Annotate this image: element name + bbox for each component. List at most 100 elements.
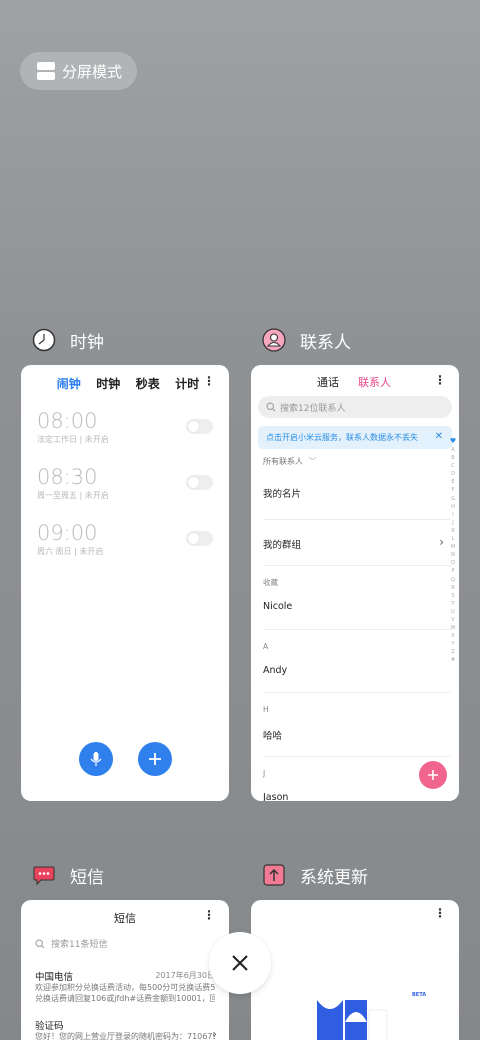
microphone-icon: [90, 752, 102, 766]
contacts-search-input[interactable]: 搜索12位联系人: [258, 396, 452, 418]
update-app-header[interactable]: 系统更新: [262, 862, 368, 888]
messages-app-header[interactable]: 短信: [32, 862, 104, 888]
tab-contacts[interactable]: 联系人: [358, 374, 391, 390]
section-header: 收藏: [263, 578, 278, 587]
alarm-repeat: 法定工作日 | 未开启: [37, 435, 109, 444]
alphabet-index-letter[interactable]: X: [451, 632, 454, 640]
tab-timer[interactable]: 计时: [175, 375, 199, 392]
alphabet-index-letter[interactable]: T: [451, 600, 454, 608]
alphabet-index-letter[interactable]: J: [452, 519, 453, 527]
contacts-card[interactable]: 通话 联系人 ⋮ 搜索12位联系人 点击开启小米云服务，联系人数据永不丢失 ✕ …: [251, 365, 459, 801]
alphabet-index-letter[interactable]: K: [451, 527, 454, 535]
alphabet-index-letter[interactable]: V: [451, 616, 454, 624]
my-groups-row[interactable]: 我的群组: [263, 537, 301, 551]
messages-search-input[interactable]: 搜索11条短信: [35, 937, 107, 950]
alarm-toggle[interactable]: [186, 475, 213, 490]
plus-icon: [149, 753, 161, 765]
section-header: A: [263, 642, 269, 651]
contacts-filter[interactable]: 所有联系人 ﹀: [263, 456, 317, 467]
alphabet-index-letter[interactable]: Z: [451, 648, 454, 656]
update-card[interactable]: ⋮ BETA: [251, 900, 459, 1040]
more-options-icon[interactable]: ⋮: [434, 906, 446, 920]
clock-tabs: 闹钟 时钟 秒表 计时: [21, 367, 229, 399]
alphabet-index-letter[interactable]: U: [451, 608, 455, 616]
add-alarm-button[interactable]: [138, 742, 172, 776]
more-options-icon[interactable]: ⋮: [203, 908, 215, 922]
alphabet-index-letter[interactable]: N: [451, 551, 455, 559]
alarm-item[interactable]: 08:30 周一至周五 | 未开启: [37, 465, 213, 511]
voice-alarm-button[interactable]: [79, 742, 113, 776]
search-placeholder: 搜索12位联系人: [280, 403, 346, 414]
alphabet-index-letter[interactable]: R: [451, 584, 454, 592]
clock-app-icon: [32, 328, 56, 352]
alphabet-index-letter[interactable]: B: [451, 454, 454, 462]
alphabet-index-letter[interactable]: I: [452, 511, 453, 519]
add-contact-button[interactable]: [419, 761, 447, 789]
alarm-repeat: 周六 周日 | 未开启: [37, 547, 104, 556]
alarm-toggle[interactable]: [186, 419, 213, 434]
plus-icon: [428, 770, 438, 780]
clock-card[interactable]: 闹钟 时钟 秒表 计时 ⋮ 08:00 法定工作日 | 未开启 08:30 周一…: [21, 365, 229, 801]
split-screen-button[interactable]: 分屏模式: [20, 52, 137, 90]
tab-stopwatch[interactable]: 秒表: [136, 375, 160, 392]
tab-alarm[interactable]: 闹钟: [57, 375, 81, 392]
clock-app-header[interactable]: 时钟: [32, 327, 104, 353]
message-preview: 兑换话费请回复106或jfdh#话费金额到10001，回复...: [35, 994, 215, 1003]
alphabet-index-letter[interactable]: S: [451, 592, 454, 600]
alphabet-index-letter[interactable]: H: [451, 503, 455, 511]
alphabet-index-letter[interactable]: P: [451, 567, 454, 575]
split-screen-label: 分屏模式: [62, 62, 123, 81]
messages-app-icon: [32, 863, 56, 887]
banner-text: 点击开启小米云服务，联系人数据永不丢失: [266, 433, 418, 442]
alphabet-index-letter[interactable]: E: [451, 478, 454, 486]
contact-row[interactable]: Jason: [263, 792, 288, 801]
contact-row[interactable]: Nicole: [263, 601, 292, 612]
alphabet-index-letter[interactable]: Y: [451, 640, 454, 648]
messages-card[interactable]: 短信 ⋮ 搜索11条短信 中国电信 2017年6月30日 欢迎参加积分兑换话费活…: [21, 900, 229, 1040]
tab-calls[interactable]: 通话: [317, 374, 339, 390]
contacts-app-title: 联系人: [300, 332, 351, 353]
message-preview: 您好！您的网上营业厅登录的随机密码为：710679，有: [35, 1032, 215, 1040]
close-icon: [232, 955, 248, 971]
close-icon[interactable]: ✕: [435, 431, 443, 442]
divider: [263, 519, 451, 520]
alphabet-index-letter[interactable]: O: [451, 559, 455, 567]
divider: [263, 756, 451, 757]
filter-label: 所有联系人: [263, 457, 303, 466]
alphabet-index-letter[interactable]: M: [451, 543, 455, 551]
alphabet-index-letter[interactable]: #: [451, 656, 455, 664]
divider: [263, 692, 451, 693]
clear-all-button[interactable]: [209, 932, 271, 994]
alphabet-index-letter[interactable]: W: [451, 624, 456, 632]
message-sender[interactable]: 验证码: [35, 1018, 64, 1032]
contact-row[interactable]: 哈哈: [263, 728, 282, 742]
contact-row[interactable]: Andy: [263, 665, 287, 676]
alphabet-index-letter[interactable]: L: [452, 535, 455, 543]
tab-clock[interactable]: 时钟: [96, 375, 120, 392]
divider: [263, 629, 451, 630]
message-preview: 欢迎参加积分兑换话费活动，每500分可兑换话费5元，: [35, 983, 215, 992]
alarm-toggle[interactable]: [186, 531, 213, 546]
alphabet-index-letter[interactable]: C: [451, 462, 455, 470]
alphabet-index-letter[interactable]: A: [451, 446, 454, 454]
more-options-icon[interactable]: ⋮: [203, 374, 215, 388]
search-icon: [266, 402, 276, 412]
alphabet-index-letter[interactable]: D: [451, 470, 455, 478]
message-sender[interactable]: 中国电信: [35, 969, 73, 983]
cloud-service-banner[interactable]: 点击开启小米云服务，联系人数据永不丢失 ✕: [258, 426, 452, 449]
clock-app-title: 时钟: [70, 332, 104, 353]
alphabet-index-letter[interactable]: F: [452, 486, 455, 494]
update-app-title: 系统更新: [300, 867, 368, 888]
more-options-icon[interactable]: ⋮: [434, 373, 446, 387]
alarm-item[interactable]: 09:00 周六 周日 | 未开启: [37, 521, 213, 567]
alphabet-index-letter[interactable]: Q: [451, 576, 455, 584]
alphabet-index[interactable]: ♥ A B C D E F G H I J K L M N O P Q R S T U V W X Y Z #: [450, 437, 456, 665]
alphabet-index-letter[interactable]: G: [451, 495, 455, 503]
contacts-app-header[interactable]: 联系人: [262, 327, 351, 353]
messages-header: 短信: [114, 912, 136, 925]
chevron-right-icon: ›: [212, 1027, 217, 1040]
update-app-icon: [262, 863, 286, 887]
alarm-item[interactable]: 08:00 法定工作日 | 未开启: [37, 409, 213, 455]
my-card-row[interactable]: 我的名片: [263, 486, 301, 500]
alarm-repeat: 周一至周五 | 未开启: [37, 491, 109, 500]
